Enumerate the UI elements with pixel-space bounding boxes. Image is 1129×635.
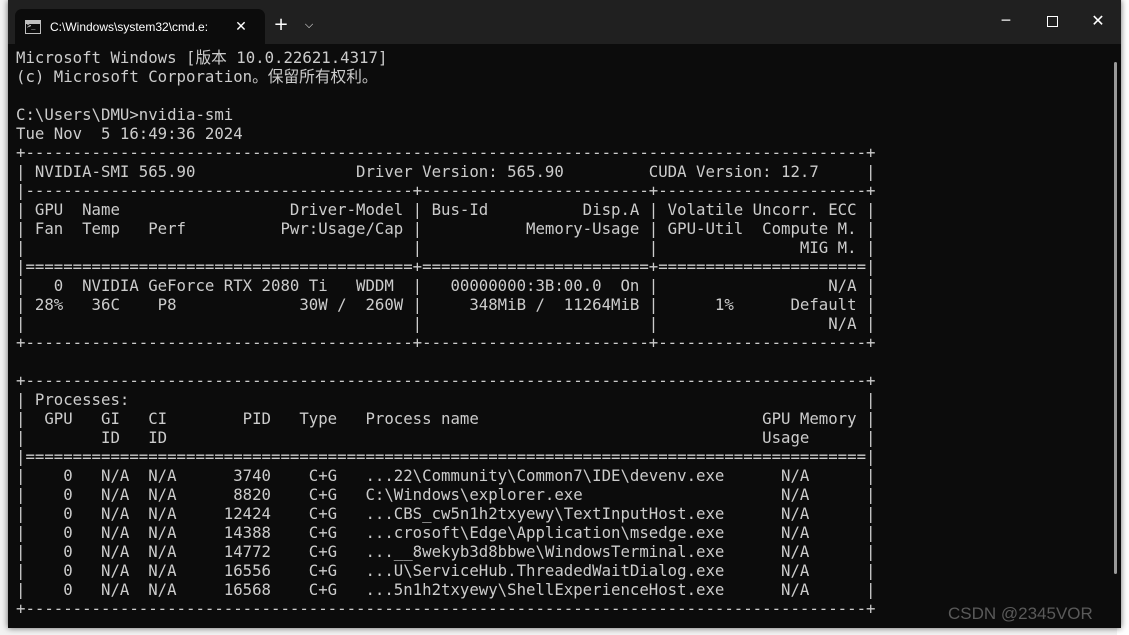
maximize-button[interactable]	[1029, 6, 1075, 36]
maximize-icon	[1046, 15, 1058, 27]
tab-cmd[interactable]: C:\Windows\system32\cmd.e: ✕	[15, 9, 265, 44]
minimize-button[interactable]: ─	[983, 6, 1029, 36]
cmd-icon	[25, 19, 41, 34]
terminal-line: C:\Users\DMU>nvidia-smi	[16, 105, 234, 124]
title-bar[interactable]: C:\Windows\system32\cmd.e: ✕ + ⌵ ─ ✕	[8, 0, 1121, 44]
terminal-window[interactable]: C:\Windows\system32\cmd.e: ✕ + ⌵ ─ ✕ Mic…	[8, 0, 1121, 628]
terminal-line: | | | MIG M. |	[16, 238, 876, 257]
terminal-output[interactable]: Microsoft Windows [版本 10.0.22621.4317] (c…	[16, 48, 1106, 624]
terminal-line: | Processes: |	[16, 390, 876, 409]
close-button[interactable]: ✕	[1075, 6, 1121, 36]
terminal-line: +---------------------------------------…	[16, 599, 876, 618]
terminal-line: |=======================================…	[16, 257, 876, 276]
terminal-line: | 0 NVIDIA GeForce RTX 2080 Ti WDDM | 00…	[16, 276, 876, 295]
terminal-line: +---------------------------------------…	[16, 143, 876, 162]
terminal-line: Microsoft Windows [版本 10.0.22621.4317]	[16, 48, 388, 67]
terminal-line: Tue Nov 5 16:49:36 2024	[16, 124, 243, 143]
terminal-line: | | | N/A |	[16, 314, 876, 333]
terminal-line: +---------------------------------------…	[16, 333, 876, 352]
terminal-line: | NVIDIA-SMI 565.90 Driver Version: 565.…	[16, 162, 876, 181]
tab-title: C:\Windows\system32\cmd.e:	[50, 19, 209, 34]
terminal-line: | ID ID Usage |	[16, 428, 876, 447]
vertical-scrollbar[interactable]	[1114, 62, 1117, 574]
terminal-line: | 0 N/A N/A 8820 C+G C:\Windows\explorer…	[16, 485, 876, 504]
terminal-line: |---------------------------------------…	[16, 181, 876, 200]
terminal-line: +---------------------------------------…	[16, 371, 876, 390]
terminal-line: | 0 N/A N/A 3740 C+G ...22\Community\Com…	[16, 466, 876, 485]
terminal-line: | GPU Name Driver-Model | Bus-Id Disp.A …	[16, 200, 876, 219]
tab-close-icon[interactable]: ✕	[234, 19, 248, 35]
terminal-line: (c) Microsoft Corporation。保留所有权利。	[16, 67, 378, 86]
terminal-line: | 0 N/A N/A 16556 C+G ...U\ServiceHub.Th…	[16, 561, 876, 580]
terminal-line: | Fan Temp Perf Pwr:Usage/Cap | Memory-U…	[16, 219, 876, 238]
terminal-line: | 0 N/A N/A 16568 C+G ...5n1h2txyewy\She…	[16, 580, 876, 599]
terminal-line: | 0 N/A N/A 14388 C+G ...crosoft\Edge\Ap…	[16, 523, 876, 542]
terminal-line: | GPU GI CI PID Type Process name GPU Me…	[16, 409, 876, 428]
terminal-line: | 0 N/A N/A 12424 C+G ...CBS_cw5n1h2txye…	[16, 504, 876, 523]
terminal-line: | 28% 36C P8 30W / 260W | 348MiB / 11264…	[16, 295, 876, 314]
new-tab-button[interactable]: +	[270, 14, 292, 36]
terminal-line: |=======================================…	[16, 447, 876, 466]
terminal-line: | 0 N/A N/A 14772 C+G ...__8wekyb3d8bbwe…	[16, 542, 876, 561]
watermark: CSDN @2345VOR	[948, 604, 1093, 623]
tab-dropdown-button[interactable]: ⌵	[300, 15, 318, 35]
